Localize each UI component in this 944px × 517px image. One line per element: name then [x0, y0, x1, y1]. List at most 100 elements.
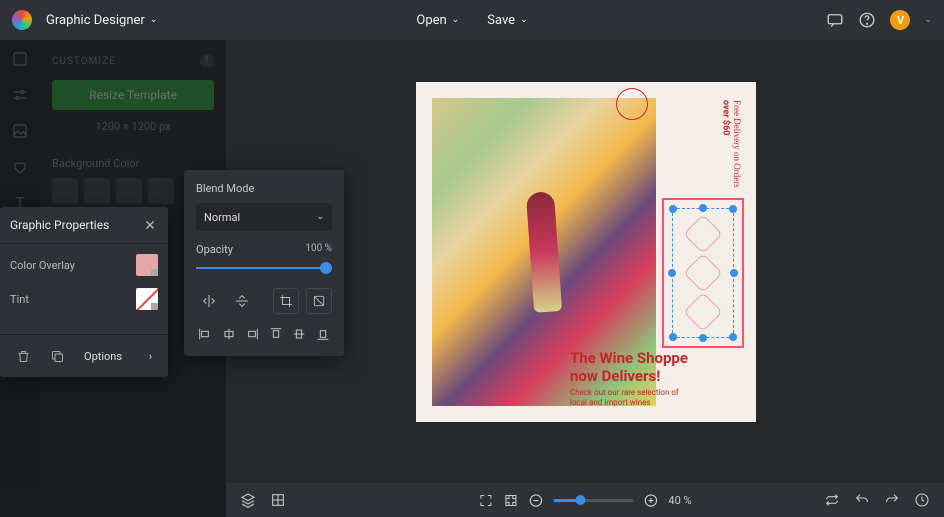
resize-handle[interactable] [729, 205, 737, 213]
align-middle-icon[interactable] [290, 324, 309, 344]
layers-toggle-icon[interactable] [240, 492, 256, 508]
headline-line1: The Wine Shoppe [570, 349, 688, 367]
selected-graphic[interactable] [678, 214, 728, 332]
transform-icons [196, 288, 332, 314]
resize-handle[interactable] [668, 269, 676, 277]
zoom-controls: 40 % [478, 493, 691, 508]
gp-header: Graphic Properties [0, 207, 168, 244]
chevron-down-icon[interactable]: ⌄ [924, 15, 932, 25]
align-left-icon[interactable] [196, 324, 215, 344]
trash-icon[interactable] [10, 343, 36, 369]
tint-row: Tint [10, 288, 158, 310]
flip-vertical-icon[interactable] [229, 288, 255, 314]
blend-mode-panel: Blend Mode Normal ⌄ Opacity 100 % [184, 170, 344, 356]
align-center-h-icon[interactable] [220, 324, 239, 344]
undo-icon[interactable] [854, 492, 870, 508]
zoom-slider[interactable] [553, 499, 633, 502]
open-button[interactable]: Open ⌄ [416, 13, 459, 28]
help-badge-icon[interactable]: ? [200, 54, 214, 68]
resize-handle[interactable] [699, 334, 707, 342]
chat-icon[interactable] [826, 11, 844, 29]
save-button[interactable]: Save ⌄ [487, 13, 527, 28]
design-headline[interactable]: The Wine Shoppe now Delivers! [570, 350, 688, 387]
bg-swatch[interactable] [52, 178, 78, 204]
main-area: CUSTOMIZE ? Resize Template 1200 × 1200 … [0, 40, 944, 483]
gp-title: Graphic Properties [10, 218, 109, 232]
topbar: Graphic Designer ⌄ Open ⌄ Save ⌄ V ⌄ [0, 0, 944, 40]
resize-handle[interactable] [729, 333, 737, 341]
align-right-icon[interactable] [243, 324, 262, 344]
design-circle[interactable] [616, 88, 648, 120]
selection-box[interactable] [662, 198, 744, 348]
tint-label: Tint [10, 293, 29, 306]
zoom-thumb[interactable] [576, 495, 586, 505]
resize-handle[interactable] [669, 333, 677, 341]
color-overlay-swatch[interactable] [136, 254, 158, 276]
zoom-in-icon[interactable] [643, 493, 658, 508]
blend-mode-label: Blend Mode [196, 182, 332, 195]
history-icon[interactable] [914, 492, 930, 508]
chevron-down-icon: ⌄ [452, 15, 460, 25]
loop-icon[interactable] [824, 492, 840, 508]
close-icon[interactable] [144, 219, 156, 231]
grid-toggle-icon[interactable] [270, 492, 286, 508]
resize-template-button[interactable]: Resize Template [52, 80, 214, 110]
align-top-icon[interactable] [267, 324, 286, 344]
design-subtext[interactable]: Check out our rare selection of local an… [570, 388, 679, 408]
graphic-shape [683, 214, 723, 254]
crop-icon[interactable] [273, 288, 299, 314]
adjust-icon[interactable] [11, 86, 29, 104]
image-icon[interactable] [11, 122, 29, 140]
topbar-right: V ⌄ [826, 10, 932, 30]
gp-body: Color Overlay Tint [0, 244, 168, 334]
resize-handle[interactable] [730, 269, 738, 277]
top-center-actions: Open ⌄ Save ⌄ [416, 13, 527, 28]
workspace-selector[interactable]: Graphic Designer ⌄ [46, 13, 157, 28]
blend-mode-select[interactable]: Normal ⌄ [196, 203, 332, 231]
flip-horizontal-icon[interactable] [196, 288, 222, 314]
resize-handle[interactable] [699, 204, 707, 212]
graphic-shape [683, 253, 723, 293]
chevron-right-icon: › [149, 350, 152, 363]
redo-icon[interactable] [884, 492, 900, 508]
fit-screen-icon[interactable] [478, 493, 493, 508]
app-logo [12, 10, 32, 30]
customize-title: CUSTOMIZE [52, 56, 116, 67]
heart-icon[interactable] [11, 158, 29, 176]
options-button[interactable]: Options › [78, 346, 158, 367]
layers-icon[interactable] [11, 50, 29, 68]
design-promo-text[interactable]: Free Delivery on Ordersover $60 [719, 100, 742, 188]
canvas-dimensions: 1200 × 1200 px [52, 120, 214, 133]
align-bottom-icon[interactable] [314, 324, 333, 344]
slider-thumb[interactable] [320, 262, 332, 274]
align-icons [196, 324, 332, 344]
graphic-properties-panel: Graphic Properties Color Overlay Tint Op… [0, 207, 168, 377]
opacity-slider[interactable] [196, 262, 332, 274]
save-label: Save [487, 13, 515, 28]
gp-footer: Options › [0, 334, 168, 377]
bg-swatch[interactable] [148, 178, 174, 204]
duplicate-icon[interactable] [44, 343, 70, 369]
bottombar: 40 % [226, 483, 944, 517]
artboard[interactable]: Free Delivery on Ordersover $60 The Wine… [416, 82, 756, 422]
sub-line1: Check out our rare selection of [570, 388, 679, 397]
chevron-down-icon: ⌄ [520, 15, 528, 25]
graphic-shape [683, 293, 723, 333]
bg-swatch[interactable] [116, 178, 142, 204]
actual-size-icon[interactable] [503, 493, 518, 508]
avatar[interactable]: V [890, 10, 910, 30]
tint-swatch[interactable] [136, 288, 158, 310]
chevron-down-icon: ⌄ [316, 212, 324, 222]
bg-color-label: Background Color [52, 157, 214, 170]
open-label: Open [416, 13, 446, 28]
customize-heading: CUSTOMIZE ? [52, 54, 214, 68]
resize-handle[interactable] [669, 205, 677, 213]
workspace-label: Graphic Designer [46, 13, 145, 28]
avatar-initial: V [897, 14, 904, 27]
zoom-out-icon[interactable] [528, 493, 543, 508]
zoom-percent: 40 % [668, 494, 691, 507]
bg-swatch[interactable] [84, 178, 110, 204]
mask-icon[interactable] [306, 288, 332, 314]
sub-line2: local and import wines [570, 398, 651, 407]
help-icon[interactable] [858, 11, 876, 29]
